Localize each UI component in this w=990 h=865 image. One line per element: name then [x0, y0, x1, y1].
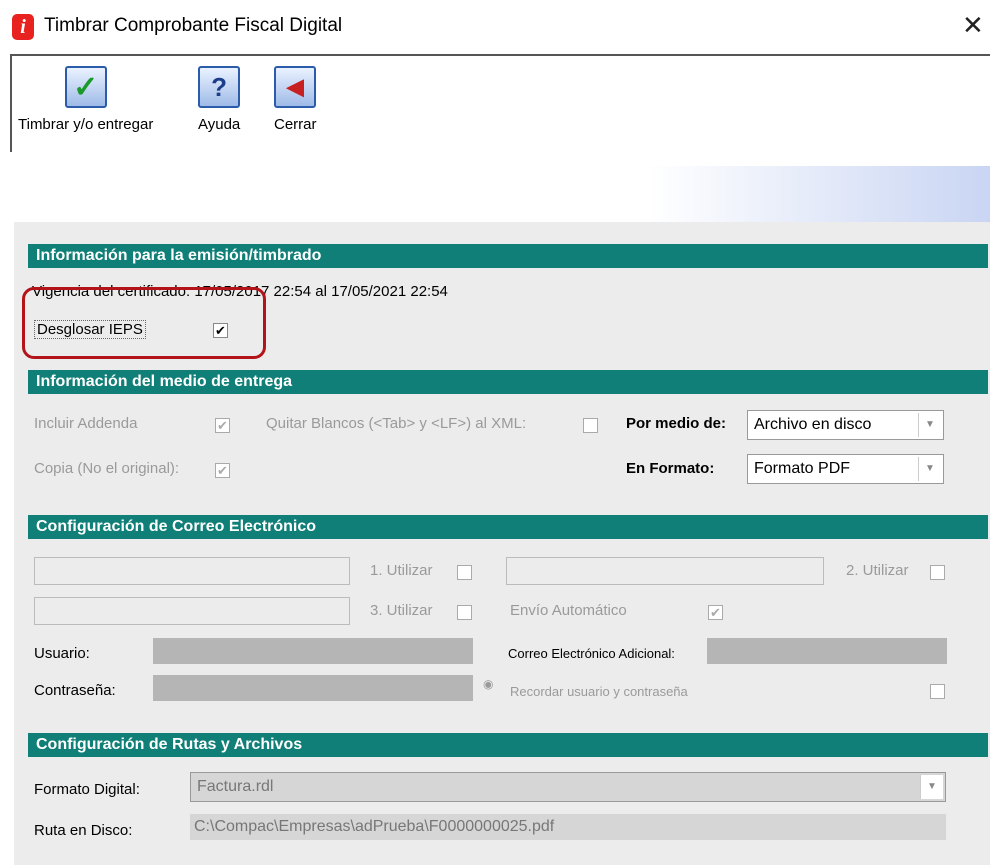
- utilizar-1-checkbox[interactable]: [457, 565, 472, 580]
- formato-digital-select[interactable]: Factura.rdl ▼: [190, 772, 946, 802]
- contrasena-field[interactable]: [153, 675, 473, 701]
- exit-door-icon: ◀: [274, 66, 317, 108]
- toolbar: ✓ Timbrar y/o entregar ? Ayuda ◀ Cerrar: [10, 54, 990, 152]
- por-medio-label: Por medio de:: [626, 415, 727, 432]
- ayuda-button[interactable]: ? Ayuda: [198, 66, 240, 133]
- checkmark-icon: ✓: [64, 66, 107, 108]
- utilizar-2-checkbox[interactable]: [930, 565, 945, 580]
- section-emision-header: Información para la emisión/timbrado: [28, 244, 988, 268]
- chevron-down-icon: ▼: [918, 413, 941, 437]
- timbrar-label: Timbrar y/o entregar: [18, 116, 154, 133]
- en-formato-value: Formato PDF: [754, 460, 851, 477]
- por-medio-select[interactable]: Archivo en disco ▼: [747, 410, 944, 440]
- incluir-addenda-checkbox[interactable]: ✔: [215, 418, 230, 433]
- usuario-label: Usuario:: [34, 645, 90, 662]
- section-entrega-header: Información del medio de entrega: [28, 370, 988, 394]
- banner: [14, 166, 990, 224]
- section-rutas-header: Configuración de Rutas y Archivos: [28, 733, 988, 757]
- ruta-label: Ruta en Disco:: [34, 822, 133, 839]
- email-1-field[interactable]: [34, 557, 350, 585]
- por-medio-value: Archivo en disco: [754, 416, 872, 433]
- incluir-addenda-label: Incluir Addenda: [34, 415, 138, 432]
- quitar-blancos-checkbox[interactable]: [583, 418, 598, 433]
- chevron-down-icon: ▼: [918, 457, 941, 481]
- email-3-field[interactable]: [34, 597, 350, 625]
- email-2-field[interactable]: [506, 557, 824, 585]
- cerrar-button[interactable]: ◀ Cerrar: [274, 66, 317, 133]
- correo-adicional-field[interactable]: [707, 638, 947, 664]
- recordar-label: Recordar usuario y contraseña: [510, 684, 688, 699]
- copia-checkbox[interactable]: ✔: [215, 463, 230, 478]
- window-title: Timbrar Comprobante Fiscal Digital: [44, 15, 343, 36]
- section-correo-header: Configuración de Correo Electrónico: [28, 515, 988, 539]
- chevron-down-icon: ▼: [920, 775, 943, 799]
- utilizar-3-checkbox[interactable]: [457, 605, 472, 620]
- en-formato-label: En Formato:: [626, 460, 715, 477]
- timbrar-button[interactable]: ✓ Timbrar y/o entregar: [18, 66, 153, 133]
- contrasena-label: Contraseña:: [34, 682, 116, 699]
- recordar-checkbox[interactable]: [930, 684, 945, 699]
- title-bar: i Timbrar Comprobante Fiscal Digital ✕: [0, 0, 990, 54]
- close-icon[interactable]: ✕: [962, 10, 984, 41]
- utilizar-1-label: 1. Utilizar: [370, 562, 433, 579]
- cerrar-label: Cerrar: [274, 116, 317, 133]
- app-icon: i: [12, 14, 34, 40]
- eye-icon: ◉: [483, 677, 494, 691]
- formato-digital-label: Formato Digital:: [34, 781, 140, 798]
- help-icon: ?: [198, 66, 241, 108]
- en-formato-select[interactable]: Formato PDF ▼: [747, 454, 944, 484]
- ayuda-label: Ayuda: [198, 116, 241, 133]
- usuario-field[interactable]: [153, 638, 473, 664]
- utilizar-3-label: 3. Utilizar: [370, 602, 433, 619]
- highlight-box: [22, 287, 266, 359]
- quitar-blancos-label: Quitar Blancos (<Tab> y <LF>) al XML:: [266, 415, 527, 432]
- ruta-field[interactable]: C:\Compac\Empresas\adPrueba\F0000000025.…: [190, 814, 946, 840]
- envio-automatico-checkbox[interactable]: ✔: [708, 605, 723, 620]
- copia-label: Copia (No el original):: [34, 460, 180, 477]
- envio-automatico-label: Envío Automático: [510, 602, 627, 619]
- correo-adicional-label: Correo Electrónico Adicional:: [508, 646, 675, 661]
- formato-digital-value: Factura.rdl: [197, 778, 274, 795]
- utilizar-2-label: 2. Utilizar: [846, 562, 909, 579]
